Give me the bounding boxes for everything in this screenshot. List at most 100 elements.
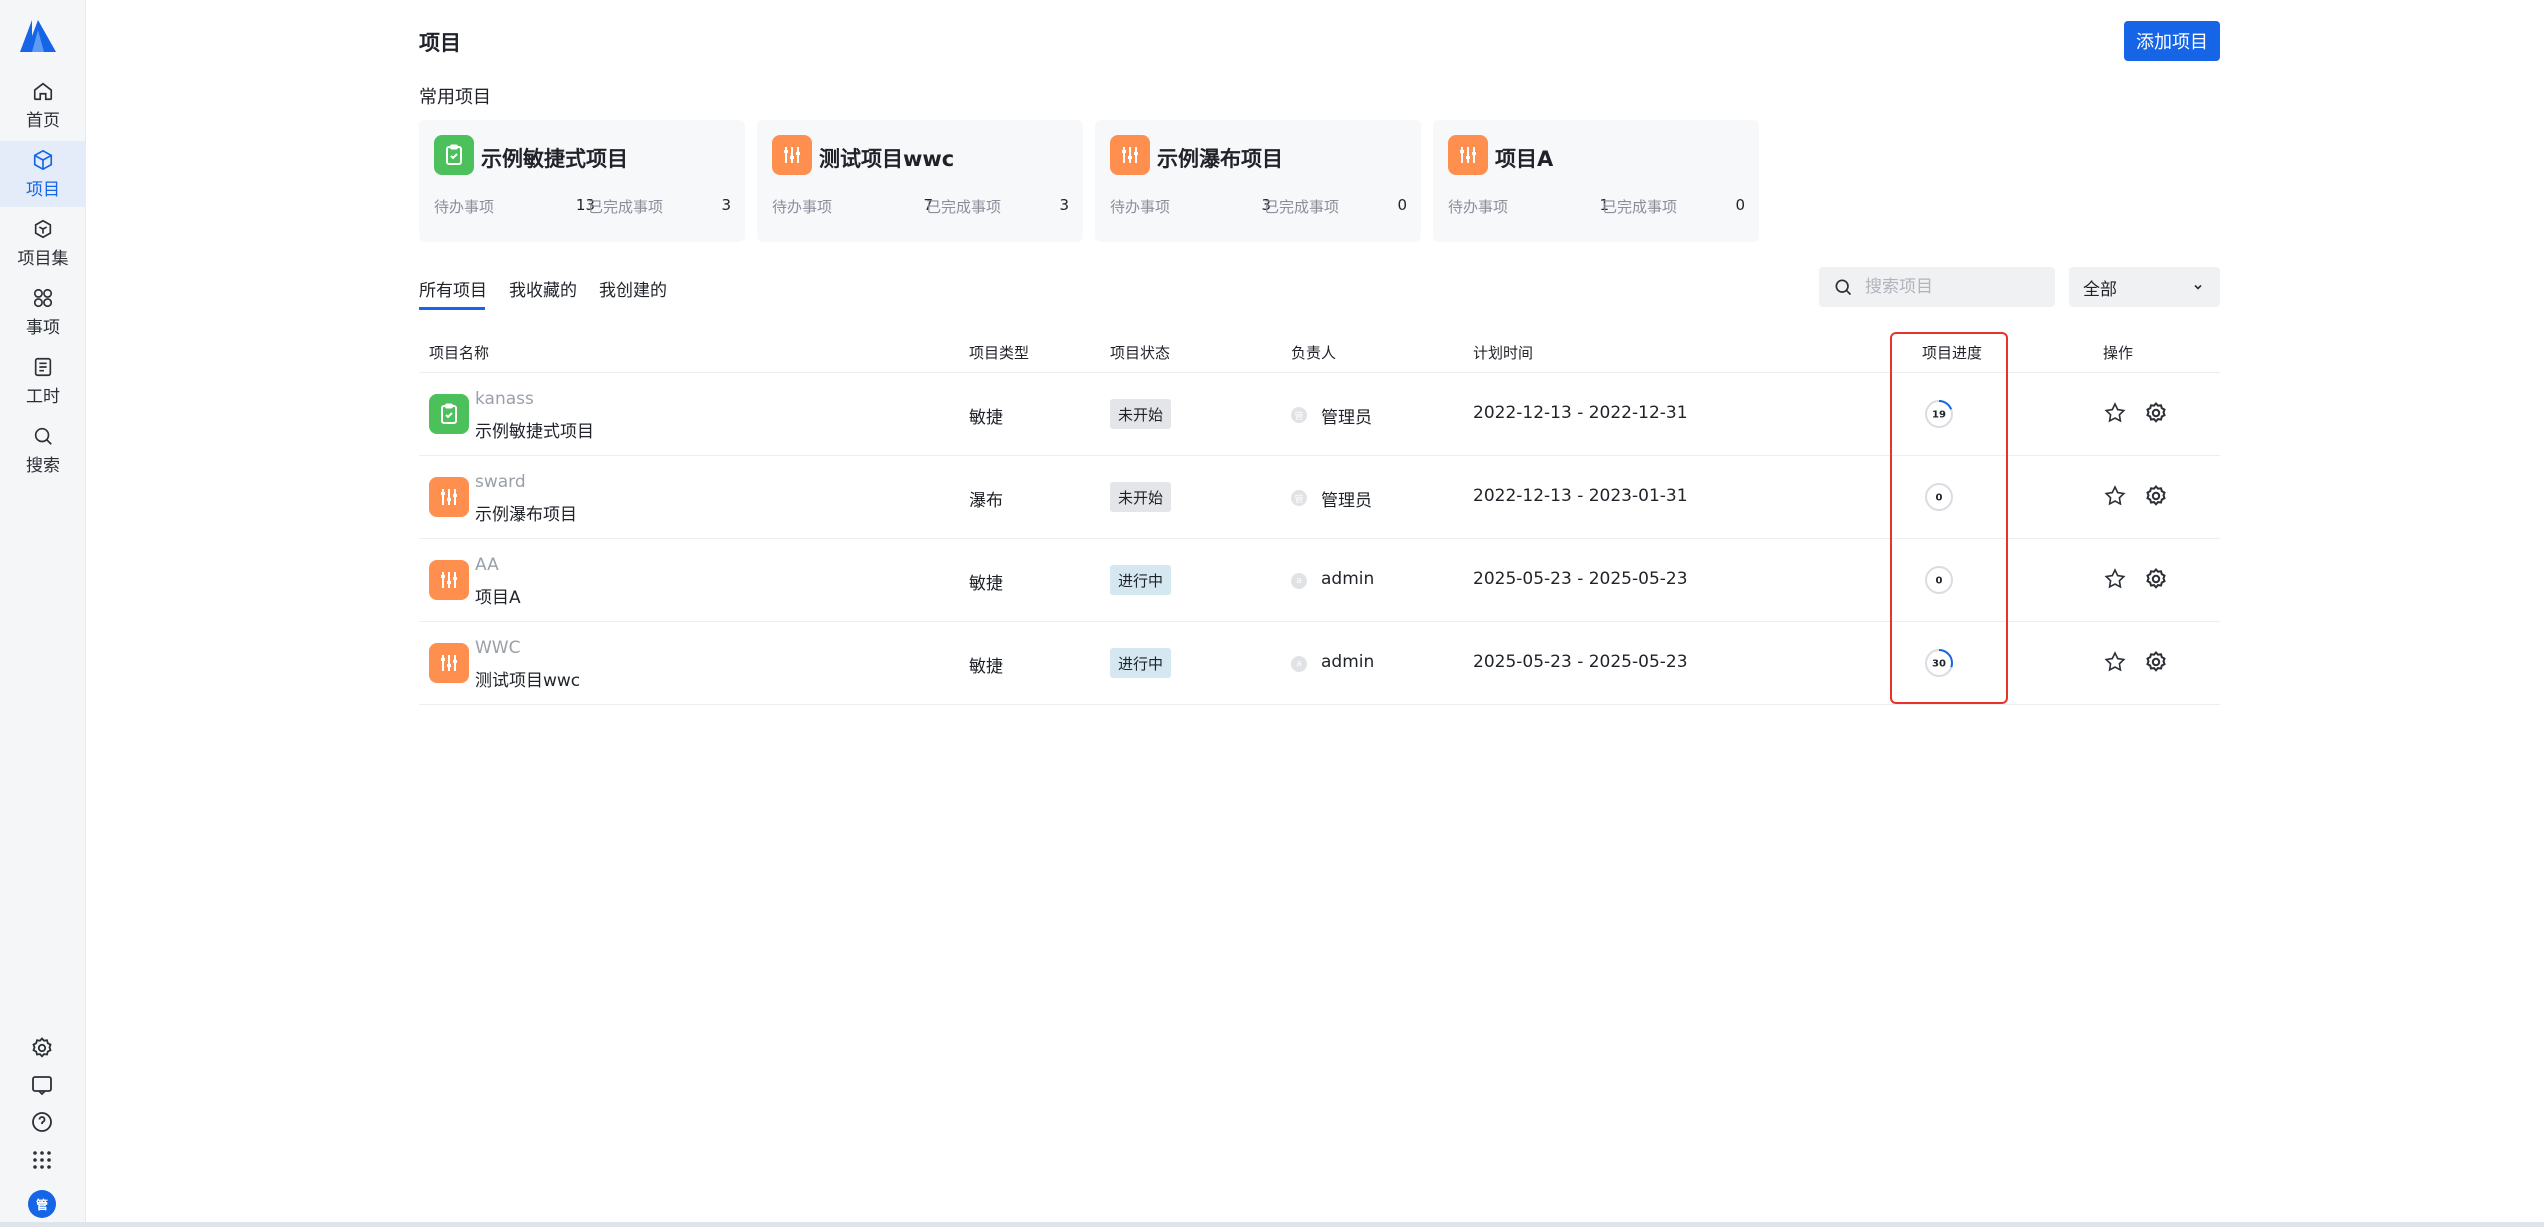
done-count: 3 xyxy=(721,196,731,214)
project-type: 敏捷 xyxy=(969,408,1003,428)
column-header-time: 计划时间 xyxy=(1473,344,1534,362)
sidebar-item-issue[interactable]: 事项 xyxy=(0,279,86,345)
project-key[interactable]: AA xyxy=(475,555,499,575)
status-badge: 未开始 xyxy=(1110,482,1172,512)
owner-avatar: 管 xyxy=(1291,407,1307,423)
search-icon xyxy=(1835,279,1852,296)
project-name[interactable]: 示例敏捷式项目 xyxy=(475,417,594,442)
plan-time: 2022-12-13 - 2023-01-31 xyxy=(1473,486,1688,506)
active-tab-indicator xyxy=(419,307,485,310)
star-icon[interactable] xyxy=(2103,650,2127,674)
sliders-icon xyxy=(772,135,812,175)
message-icon[interactable] xyxy=(30,1073,54,1097)
timesheet-icon xyxy=(34,357,52,376)
star-icon[interactable] xyxy=(2103,567,2127,591)
owner-name: admin xyxy=(1321,652,1375,672)
sidebar-item-search[interactable]: 搜索 xyxy=(0,417,86,483)
apps-grid-icon[interactable] xyxy=(30,1148,54,1172)
todo-label: 待办事项 xyxy=(434,198,495,216)
sidebar-item-project[interactable]: 项目 xyxy=(0,141,86,207)
search-icon xyxy=(34,427,52,445)
status-badge: 未开始 xyxy=(1110,399,1172,429)
search-box[interactable] xyxy=(1819,267,2055,307)
gear-icon[interactable] xyxy=(2144,567,2168,591)
sidebar-item-home[interactable]: 首页 xyxy=(0,72,86,138)
project-name[interactable]: 示例瀑布项目 xyxy=(475,500,577,525)
project-key[interactable]: WWC xyxy=(475,638,521,658)
column-header-actions: 操作 xyxy=(2103,344,2134,362)
star-icon[interactable] xyxy=(2103,401,2127,425)
recent-project-card[interactable]: 测试项目wwc 待办事项 7 已完成事项 3 xyxy=(757,120,1083,242)
issue-icon xyxy=(33,288,53,307)
sliders-icon xyxy=(1448,135,1488,175)
project-key[interactable]: kanass xyxy=(475,389,534,409)
plan-time: 2025-05-23 - 2025-05-23 xyxy=(1473,652,1688,672)
project-type: 瀑布 xyxy=(969,491,1003,511)
plan-time: 2025-05-23 - 2025-05-23 xyxy=(1473,569,1688,589)
status-badge: 进行中 xyxy=(1110,565,1172,595)
gear-icon[interactable] xyxy=(2144,650,2168,674)
tab-all-projects[interactable]: 所有项目 xyxy=(419,276,487,301)
done-count: 3 xyxy=(1059,196,1069,214)
gear-icon[interactable] xyxy=(2144,484,2168,508)
project-set-icon xyxy=(34,219,52,238)
gear-icon[interactable] xyxy=(2144,401,2168,425)
recent-project-name: 示例敏捷式项目 xyxy=(481,147,628,171)
project-type: 敏捷 xyxy=(969,657,1003,677)
owner-avatar: 管 xyxy=(1291,490,1307,506)
star-icon[interactable] xyxy=(2103,484,2127,508)
done-label: 已完成事项 xyxy=(1264,198,1340,216)
recent-project-card[interactable]: 示例敏捷式项目 待办事项 13 已完成事项 3 xyxy=(419,120,745,242)
todo-label: 待办事项 xyxy=(772,198,833,216)
sidebar-item-project-set[interactable]: 项目集 xyxy=(0,210,86,276)
progress-column-highlight xyxy=(1890,332,2008,704)
recent-project-name: 示例瀑布项目 xyxy=(1157,147,1283,171)
todo-label: 待办事项 xyxy=(1110,198,1171,216)
sidebar-item-label: 项目 xyxy=(26,179,60,200)
clipboard-icon xyxy=(429,394,469,434)
home-icon xyxy=(33,82,53,100)
settings-icon[interactable] xyxy=(30,1036,54,1060)
project-type: 敏捷 xyxy=(969,574,1003,594)
owner-name: 管理员 xyxy=(1321,491,1372,511)
chevron-down-icon xyxy=(2194,284,2202,290)
filter-select[interactable]: 全部 xyxy=(2069,267,2220,307)
sidebar-item-label: 事项 xyxy=(26,317,60,338)
project-name[interactable]: 测试项目wwc xyxy=(475,666,580,691)
recent-project-card[interactable]: 示例瀑布项目 待办事项 3 已完成事项 0 xyxy=(1095,120,1421,242)
owner-name: 管理员 xyxy=(1321,408,1372,428)
owner-avatar: a xyxy=(1291,656,1307,672)
app-logo-icon[interactable] xyxy=(18,16,58,56)
bottom-strip xyxy=(0,1222,2544,1227)
recent-project-name: 测试项目wwc xyxy=(819,147,955,171)
column-header-status: 项目状态 xyxy=(1110,344,1171,362)
clipboard-icon xyxy=(434,135,474,175)
tab-created-by-me[interactable]: 我创建的 xyxy=(599,276,667,301)
sidebar-item-label: 工时 xyxy=(26,386,60,407)
project-key[interactable]: sward xyxy=(475,472,526,492)
todo-label: 待办事项 xyxy=(1448,198,1509,216)
recent-projects-title: 常用项目 xyxy=(419,87,491,108)
done-label: 已完成事项 xyxy=(588,198,664,216)
done-label: 已完成事项 xyxy=(1602,198,1678,216)
recent-project-card[interactable]: 项目A 待办事项 1 已完成事项 0 xyxy=(1433,120,1759,242)
sidebar-item-label: 搜索 xyxy=(26,455,60,476)
filter-selected-value: 全部 xyxy=(2083,279,2117,300)
project-name[interactable]: 项目A xyxy=(475,583,521,608)
add-project-button[interactable]: 添加项目 xyxy=(2124,21,2220,61)
owner-name: admin xyxy=(1321,569,1375,589)
row-divider xyxy=(419,704,2220,705)
plan-time: 2022-12-13 - 2022-12-31 xyxy=(1473,403,1688,423)
sidebar-item-label: 首页 xyxy=(26,110,60,131)
tab-favorites[interactable]: 我收藏的 xyxy=(509,276,577,301)
recent-project-name: 项目A xyxy=(1495,147,1554,171)
user-avatar[interactable]: 管 xyxy=(28,1190,56,1218)
sidebar-item-timesheet[interactable]: 工时 xyxy=(0,348,86,414)
column-header-owner: 负责人 xyxy=(1291,344,1337,362)
search-input[interactable] xyxy=(1865,277,2045,297)
done-label: 已完成事项 xyxy=(926,198,1002,216)
column-header-name: 项目名称 xyxy=(429,344,490,362)
help-icon[interactable] xyxy=(30,1110,54,1134)
owner-avatar: a xyxy=(1291,573,1307,589)
sliders-icon xyxy=(429,560,469,600)
